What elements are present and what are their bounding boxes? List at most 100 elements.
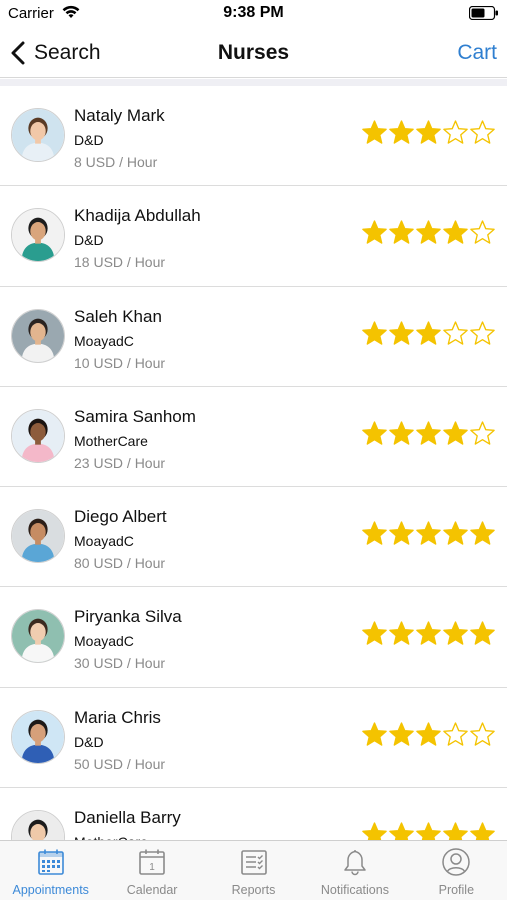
nurse-name: Daniella Barry	[74, 808, 181, 828]
star-filled-icon	[388, 219, 415, 246]
star-rating	[361, 119, 496, 146]
nurse-name: Maria Chris	[74, 707, 161, 727]
nurse-row[interactable]: Piryanka Silva MoayadC 30 USD / Hour	[0, 587, 507, 688]
nurse-name: Samira Sanhom	[74, 406, 196, 426]
navigation-bar: Search Nurses Cart	[0, 30, 507, 78]
star-filled-icon	[361, 721, 388, 748]
tab-label: Notifications	[320, 883, 389, 897]
tab-label: Appointments	[12, 883, 89, 897]
nurse-hourly-rate: 23 USD / Hour	[74, 454, 166, 471]
tab-calendar[interactable]: 1 Calendar	[101, 841, 202, 900]
tab-bar: Appointments 1 Calendar Reports Notification…	[0, 840, 507, 900]
tab-profile[interactable]: Profile	[406, 841, 507, 900]
star-filled-icon	[388, 620, 415, 647]
nurse-organization: D&D	[74, 733, 104, 750]
nurse-hourly-rate: 8 USD / Hour	[74, 154, 158, 170]
tab-reports[interactable]: Reports	[203, 841, 304, 900]
star-filled-icon	[415, 721, 442, 748]
star-filled-icon	[415, 520, 442, 547]
star-filled-icon	[361, 520, 388, 547]
svg-text:1: 1	[149, 862, 155, 873]
nurse-name: Khadija Abdullah	[74, 206, 201, 226]
tab-appointments[interactable]: Appointments	[0, 841, 101, 900]
nurse-row[interactable]: Khadija Abdullah D&D 18 USD / Hour	[0, 186, 507, 287]
star-filled-icon	[469, 620, 496, 647]
tab-label: Calendar	[126, 883, 178, 897]
star-filled-icon	[415, 821, 442, 840]
star-filled-icon	[388, 821, 415, 840]
star-rating	[361, 219, 496, 246]
tab-notifications[interactable]: Notifications	[304, 841, 405, 900]
star-filled-icon	[442, 520, 469, 547]
star-filled-icon	[442, 219, 469, 246]
star-filled-icon	[361, 821, 388, 840]
chevron-left-icon	[11, 41, 25, 65]
status-bar: Carrier 9:38 PM	[0, 0, 507, 30]
nurse-hourly-rate: 10 USD / Hour	[74, 354, 166, 371]
star-filled-icon	[388, 320, 415, 347]
back-button[interactable]: Search	[10, 38, 101, 68]
tab-label: Profile	[438, 883, 475, 897]
nurse-hourly-rate: 80 USD / Hour	[74, 555, 166, 572]
star-rating	[361, 520, 496, 547]
header-separator	[0, 79, 507, 86]
avatar	[11, 609, 65, 664]
star-filled-icon	[361, 219, 388, 246]
status-time: 9:38 PM	[223, 4, 284, 21]
star-outline-icon	[469, 119, 496, 146]
nurse-name: Piryanka Silva	[74, 607, 182, 627]
nurse-row[interactable]: Maria Chris D&D 50 USD / Hour	[0, 688, 507, 789]
star-filled-icon	[388, 119, 415, 146]
cart-button[interactable]: Cart	[457, 41, 497, 65]
nurse-hourly-rate: 50 USD / Hour	[74, 755, 166, 772]
avatar	[11, 308, 65, 363]
star-filled-icon	[442, 620, 469, 647]
back-label: Search	[34, 41, 101, 64]
star-filled-icon	[388, 721, 415, 748]
star-filled-icon	[415, 320, 442, 347]
star-filled-icon	[469, 520, 496, 547]
star-filled-icon	[469, 821, 496, 840]
avatar	[11, 810, 65, 840]
star-rating	[361, 420, 496, 447]
avatar	[11, 509, 65, 564]
avatar	[11, 709, 65, 764]
nurse-organization: MotherCare	[74, 432, 148, 449]
star-rating	[361, 620, 496, 647]
nurse-row[interactable]: Nataly Mark D&D 8 USD / Hour	[0, 86, 507, 187]
nurse-name: Saleh Khan	[74, 306, 162, 326]
star-outline-icon	[442, 119, 469, 146]
nurse-hourly-rate: 30 USD / Hour	[74, 655, 166, 672]
star-filled-icon	[442, 821, 469, 840]
nurse-organization: D&D	[74, 232, 104, 249]
star-outline-icon	[442, 320, 469, 347]
nurse-organization: D&D	[74, 132, 104, 148]
star-filled-icon	[415, 620, 442, 647]
nurse-organization: MoayadC	[74, 533, 134, 550]
battery-icon	[469, 6, 498, 20]
star-filled-icon	[415, 219, 442, 246]
star-outline-icon	[469, 219, 496, 246]
tab-label: Reports	[231, 883, 276, 897]
avatar	[11, 408, 65, 463]
star-outline-icon	[469, 320, 496, 347]
nurse-name: Nataly Mark	[74, 106, 165, 125]
star-filled-icon	[361, 320, 388, 347]
nurse-list[interactable]: Nataly Mark D&D 8 USD / Hour Khadija Abdull…	[0, 86, 507, 840]
star-filled-icon	[361, 620, 388, 647]
star-filled-icon	[442, 420, 469, 447]
nurse-hourly-rate: 18 USD / Hour	[74, 254, 166, 271]
nurse-row[interactable]: Samira Sanhom MotherCare 23 USD / Hour	[0, 387, 507, 488]
star-rating	[361, 320, 496, 347]
star-filled-icon	[388, 520, 415, 547]
nurse-name: Diego Albert	[74, 507, 167, 527]
star-filled-icon	[388, 420, 415, 447]
nurse-organization: MoayadC	[74, 633, 134, 650]
nurse-row[interactable]: Diego Albert MoayadC 80 USD / Hour	[0, 487, 507, 588]
nurse-row[interactable]: Daniella BarryMotherCare	[0, 788, 507, 840]
star-outline-icon	[469, 721, 496, 748]
nurse-organization: MoayadC	[74, 332, 134, 349]
star-outline-icon	[469, 420, 496, 447]
star-filled-icon	[415, 119, 442, 146]
nurse-row[interactable]: Saleh Khan MoayadC 10 USD / Hour	[0, 287, 507, 387]
